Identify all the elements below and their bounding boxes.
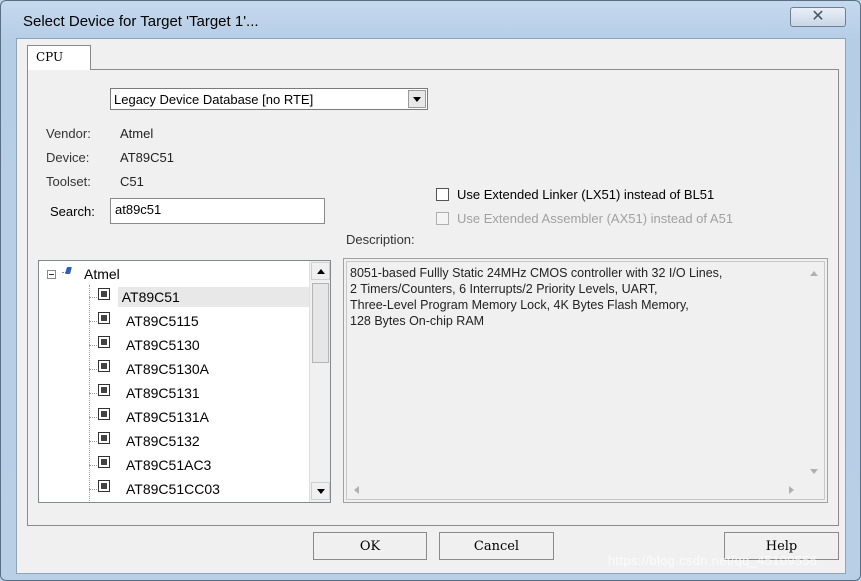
arrow-up-icon: [810, 271, 818, 276]
tree-item-at89c5115[interactable]: AT89C5115: [89, 310, 309, 332]
tree-item-label: AT89C5115: [126, 313, 199, 329]
description-horizontal-scrollbar[interactable]: [347, 481, 805, 499]
device-label: Device:: [46, 150, 90, 165]
scroll-up-button[interactable]: [311, 262, 330, 280]
tree-item-label: AT89C5132: [126, 433, 200, 449]
vendor-label: Vendor:: [46, 126, 91, 141]
tree-vertical-scrollbar[interactable]: [309, 261, 330, 502]
tree-root-label: Atmel: [84, 266, 120, 282]
device-tree[interactable]: Atmel AT89C51 AT89C5115 AT89C5130 AT89C5…: [38, 260, 331, 503]
vendor-value: Atmel: [120, 126, 154, 141]
chip-icon: [98, 456, 110, 468]
close-button[interactable]: ✕: [790, 7, 846, 27]
dropdown-arrow-button[interactable]: [408, 90, 426, 108]
cancel-button[interactable]: Cancel: [439, 532, 554, 560]
device-value: AT89C51: [120, 150, 174, 165]
scroll-thumb[interactable]: [312, 283, 329, 363]
close-icon: ✕: [811, 8, 825, 25]
arrow-up-icon: [316, 268, 325, 274]
toolset-label: Toolset:: [46, 174, 91, 189]
tree-item-at89c5130a[interactable]: AT89C5130A: [89, 358, 309, 380]
arrow-left-icon: [354, 486, 359, 494]
ok-button[interactable]: OK: [313, 532, 427, 560]
chevron-down-icon: [413, 96, 421, 102]
chip-icon: [98, 336, 110, 348]
tree-item-label: AT89C51AC3: [126, 457, 212, 473]
tab-cpu[interactable]: CPU: [27, 45, 91, 70]
tree-item-label: AT89C5131A: [126, 409, 210, 425]
tree-item-label: AT89C51CC03: [126, 481, 220, 497]
tree-item-label: AT89C51: [117, 287, 309, 307]
extended-assembler-checkbox: [436, 212, 449, 225]
description-label: Description:: [346, 232, 415, 247]
window-title: Select Device for Target 'Target 1'...: [23, 13, 259, 30]
watermark-text: https://blog.csdn.net/qq_45109556: [608, 553, 818, 568]
extended-linker-label: Use Extended Linker (LX51) instead of BL…: [457, 187, 715, 202]
tree-item-at89c5132[interactable]: AT89C5132: [89, 430, 309, 452]
chip-icon: [98, 384, 110, 396]
extended-linker-checkbox[interactable]: [436, 188, 449, 201]
arrow-down-icon: [316, 488, 325, 494]
chip-icon: [98, 432, 110, 444]
description-vertical-scrollbar[interactable]: [804, 262, 824, 482]
arrow-right-icon: [789, 486, 794, 494]
chip-icon: [97, 288, 110, 300]
tree-item-at89c5131a[interactable]: AT89C5131A: [89, 406, 309, 428]
toolset-value: C51: [120, 174, 144, 189]
description-box: 8051-based Fullly Static 24MHz CMOS cont…: [343, 258, 828, 503]
tree-item-at89c5130[interactable]: AT89C5130: [89, 334, 309, 356]
tree-item-label: AT89C5130A: [126, 361, 210, 377]
chip-icon: [98, 408, 110, 420]
tree-root-atmel[interactable]: Atmel: [47, 265, 120, 283]
tree-item-at89c51[interactable]: AT89C51: [89, 286, 309, 308]
description-text: 8051-based Fullly Static 24MHz CMOS cont…: [350, 266, 723, 328]
chip-icon: [98, 360, 110, 372]
tree-item-at89c51cc03[interactable]: AT89C51CC03: [89, 478, 309, 500]
vendor-icon: [60, 267, 72, 281]
device-database-value: Legacy Device Database [no RTE]: [114, 92, 314, 107]
chip-icon: [98, 312, 110, 324]
tree-item-at89c5131[interactable]: AT89C5131: [89, 382, 309, 404]
search-input[interactable]: at89c51: [110, 198, 325, 224]
collapse-icon[interactable]: [47, 269, 56, 279]
arrow-down-icon: [810, 469, 818, 474]
tree-item-label: AT89C5130: [126, 337, 200, 353]
extended-assembler-label: Use Extended Assembler (AX51) instead of…: [457, 211, 734, 226]
tree-item-at89c51ac3[interactable]: AT89C51AC3: [89, 454, 309, 476]
tree-item-label: AT89C5131: [126, 385, 200, 401]
search-label: Search:: [50, 204, 95, 219]
device-database-select[interactable]: Legacy Device Database [no RTE]: [110, 88, 428, 110]
scroll-down-button[interactable]: [311, 482, 330, 500]
chip-icon: [98, 480, 110, 492]
